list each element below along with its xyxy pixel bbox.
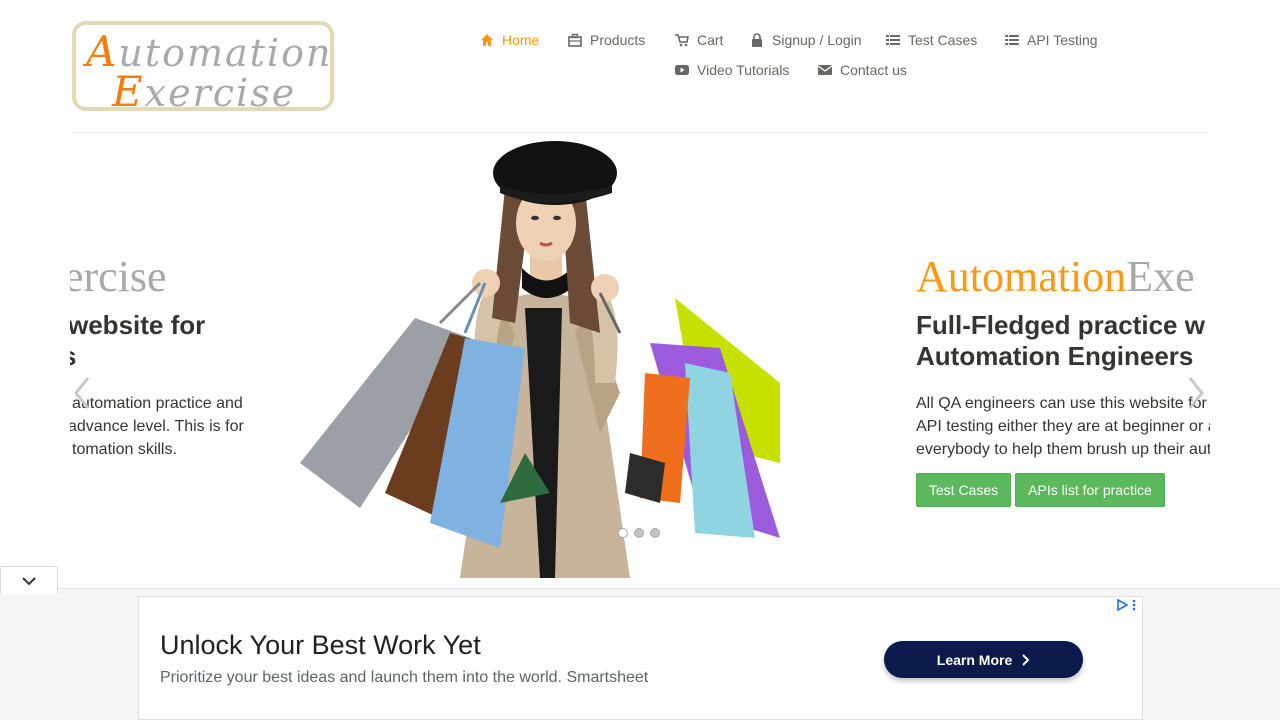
lock-icon <box>752 33 762 47</box>
carousel-prev-arrow-icon[interactable] <box>70 373 94 413</box>
nav-signup-login[interactable]: Signup / Login <box>750 32 862 48</box>
chevron-right-icon <box>1022 653 1030 666</box>
logo-cap-e: E <box>112 67 145 116</box>
logo-word-exercise: Exercise <box>112 67 296 116</box>
carousel-indicators <box>618 528 660 538</box>
prev-slide-heading-1: website for <box>70 310 206 340</box>
list-icon <box>1005 35 1019 45</box>
apis-list-button[interactable]: APIs list for practice <box>1015 473 1165 507</box>
prev-slide-text-3: tomation skills. <box>72 441 177 458</box>
carousel-dot-3[interactable] <box>650 528 660 538</box>
nav-video-tutorials[interactable]: Video Tutorials <box>675 62 789 78</box>
ad-banner[interactable]: Unlock Your Best Work Yet Prioritize you… <box>138 596 1143 720</box>
ad-learn-more-button[interactable]: Learn More <box>884 641 1083 678</box>
nav-api-testing[interactable]: API Testing <box>1005 32 1098 48</box>
nav-products-label: Products <box>590 32 646 48</box>
slide-text-1: All QA engineers can use this website fo… <box>916 395 1207 412</box>
site-logo[interactable]: Automation Exercise <box>72 21 334 116</box>
ad-choices[interactable] <box>1116 599 1136 611</box>
nav-test-cases-label: Test Cases <box>908 32 978 48</box>
prev-slide-text-2: advance level. This is for <box>70 418 244 435</box>
products-icon <box>568 33 582 47</box>
ad-collapse-toggle[interactable] <box>0 566 58 594</box>
adchoices-icon <box>1117 599 1128 611</box>
nav-products[interactable]: Products <box>568 32 645 48</box>
prev-slide-heading-2: s <box>70 341 76 372</box>
more-options-icon[interactable] <box>1132 599 1136 611</box>
list-icon <box>886 35 900 45</box>
nav-signup-login-label: Signup / Login <box>772 32 862 48</box>
ad-cta-label: Learn More <box>936 651 1013 668</box>
carousel-dot-2[interactable] <box>634 528 644 538</box>
nav-cart[interactable]: Cart <box>675 32 723 48</box>
hero-shopping-girl-image <box>300 141 780 578</box>
slide-heading-1: Full-Fledged practice w <box>916 310 1205 340</box>
slide-text-3: everybody to help them brush up their au… <box>916 441 1210 458</box>
nav-home-label: Home <box>502 32 540 48</box>
carousel-dot-1[interactable] <box>618 528 628 538</box>
test-cases-button[interactable]: Test Cases <box>916 473 1011 507</box>
slide-heading-2: Automation Engineers <box>916 341 1194 371</box>
nav-test-cases[interactable]: Test Cases <box>886 32 977 48</box>
home-icon <box>481 34 493 46</box>
slide-text-2: API testing either they are at beginner … <box>916 418 1210 435</box>
nav-contact-us-label: Contact us <box>840 62 907 78</box>
logo-rest-exercise: xercise <box>144 71 297 115</box>
nav-api-testing-label: API Testing <box>1027 32 1098 48</box>
ad-subtitle: Prioritize your best ideas and launch th… <box>160 669 649 686</box>
prev-slide-brand: ercise <box>70 252 167 301</box>
prev-slide-text-1: automation practice and <box>72 395 243 412</box>
ad-title: Unlock Your Best Work Yet <box>160 630 481 660</box>
hero-carousel: ercise website for s automation practice… <box>70 133 1210 578</box>
nav-contact-us[interactable]: Contact us <box>818 62 907 78</box>
slide-brand: AutomationExe <box>916 252 1195 301</box>
envelope-icon <box>818 65 832 75</box>
nav-home[interactable]: Home <box>480 32 539 48</box>
nav-video-tutorials-label: Video Tutorials <box>697 62 790 78</box>
chevron-down-icon <box>22 576 36 585</box>
cart-icon <box>675 34 689 47</box>
nav-cart-label: Cart <box>697 32 724 48</box>
youtube-icon <box>675 65 689 75</box>
carousel-next-arrow-icon[interactable] <box>1184 373 1208 413</box>
